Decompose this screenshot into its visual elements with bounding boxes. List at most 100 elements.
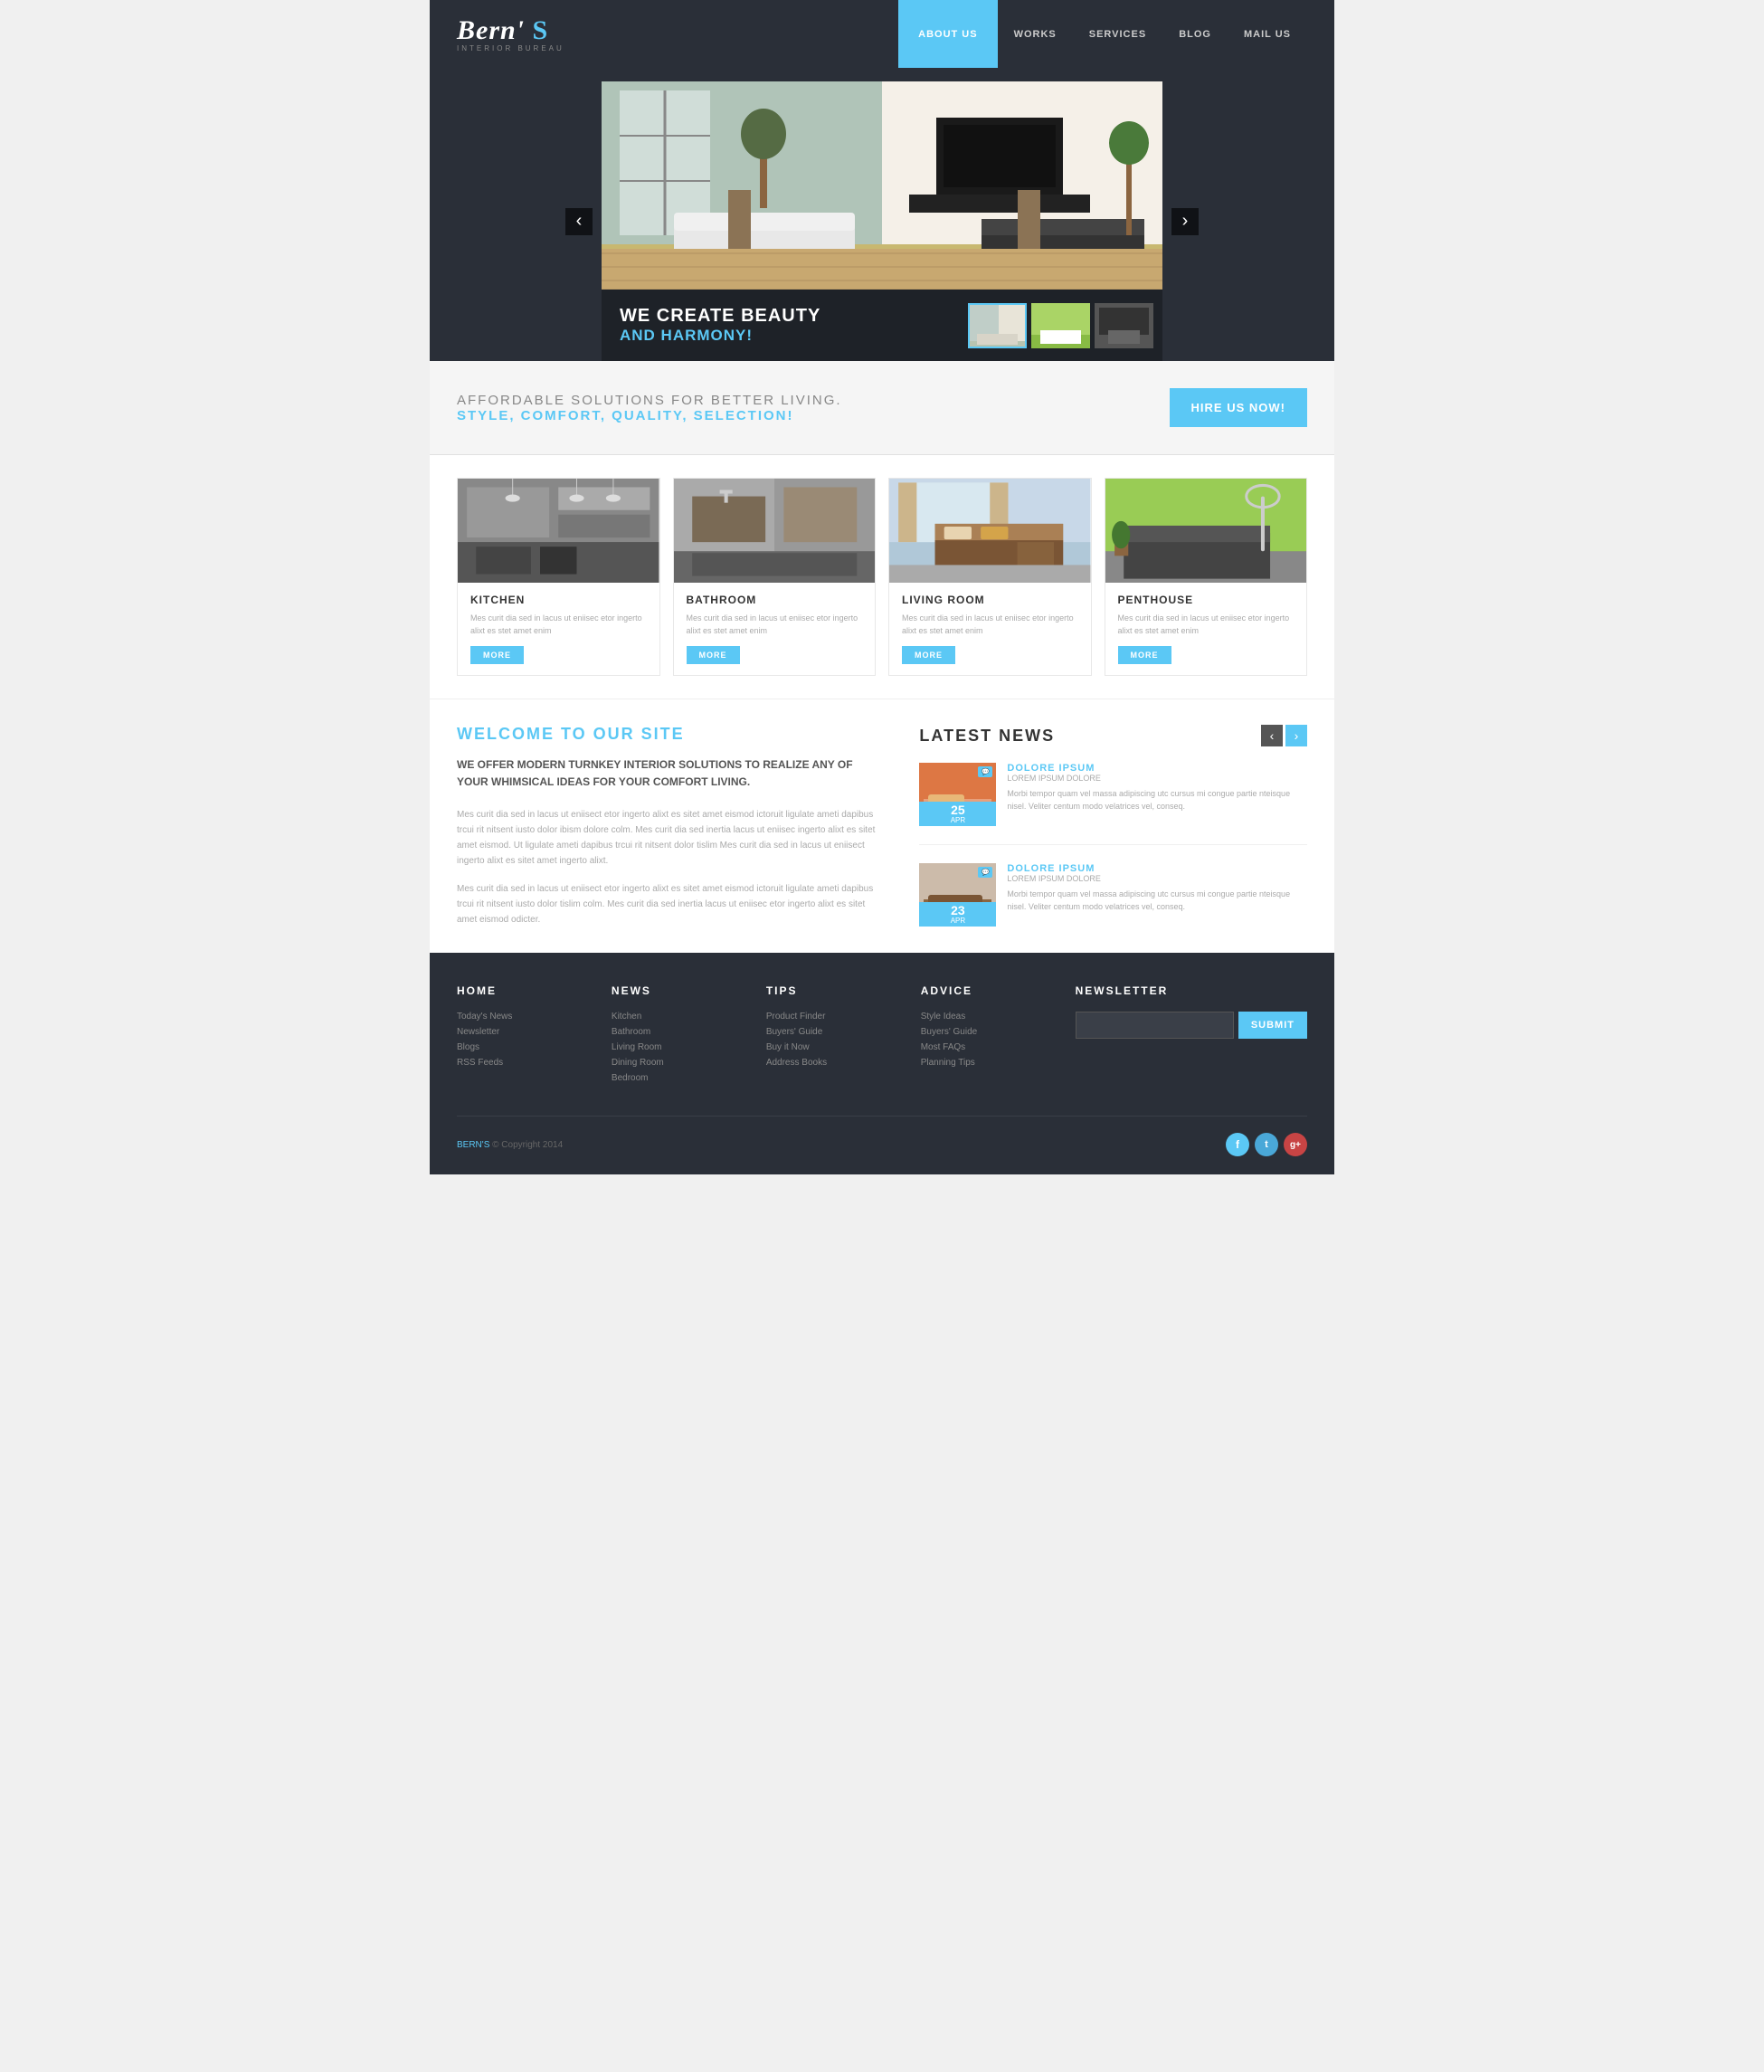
footer-link-news-5[interactable]: Bedroom	[612, 1073, 766, 1083]
logo: Bern' S INTERIOR BUREAU	[457, 15, 564, 52]
news-thumb-1: 25 APR 💬	[919, 763, 996, 826]
footer-col-title-home: HOME	[457, 984, 612, 997]
card-text-kitchen: Mes curit dia sed in lacus ut eniisec et…	[470, 613, 647, 637]
footer-link-advice-3[interactable]: Most FAQs	[921, 1042, 1076, 1052]
card-text-penthouse: Mes curit dia sed in lacus ut eniisec et…	[1118, 613, 1295, 637]
nav-item-mail[interactable]: MAIL US	[1228, 0, 1307, 68]
news-item-title-2: DOLORE IPSUM	[1007, 863, 1307, 874]
footer-col-newsletter: NEWSLETTER SUBMIT	[1076, 984, 1307, 1088]
footer-link-home-2[interactable]: Newsletter	[457, 1027, 612, 1037]
news-prev-btn[interactable]: ‹	[1261, 725, 1283, 746]
footer-bottom-text: BERN'S © Copyright 2014	[457, 1140, 563, 1150]
footer-link-advice-2[interactable]: Buyers' Guide	[921, 1027, 1076, 1037]
footer-link-tips-1[interactable]: Product Finder	[766, 1012, 921, 1022]
card-body-bathroom: BATHROOM Mes curit dia sed in lacus ut e…	[674, 583, 876, 675]
footer-col-news: NEWS Kitchen Bathroom Living Room Dining…	[612, 984, 766, 1088]
tagline-section: AFFORDABLE SOLUTIONS FOR BETTER LIVING. …	[430, 361, 1334, 455]
footer-brand: BERN'S	[457, 1140, 489, 1150]
card-more-living[interactable]: MORE	[902, 646, 955, 664]
news-next-btn[interactable]: ›	[1285, 725, 1307, 746]
news-item-sub-1: LOREM IPSUM DOLORE	[1007, 774, 1307, 783]
social-twitter-icon[interactable]: t	[1255, 1133, 1278, 1156]
thumb-3[interactable]	[1095, 303, 1153, 348]
news-item-sub-2: LOREM IPSUM DOLORE	[1007, 874, 1307, 883]
footer-link-news-4[interactable]: Dining Room	[612, 1058, 766, 1068]
card-image-bathroom	[674, 479, 876, 583]
footer-col-title-news: NEWS	[612, 984, 766, 997]
logo-text: Bern' S	[457, 15, 564, 46]
thumb-2[interactable]	[1031, 303, 1090, 348]
news-date-month-2: APR	[919, 917, 996, 925]
nav-item-services[interactable]: SERVICES	[1073, 0, 1162, 68]
portfolio-card-kitchen: KITCHEN Mes curit dia sed in lacus ut en…	[457, 478, 660, 676]
footer-col-home: HOME Today's News Newsletter Blogs RSS F…	[457, 984, 612, 1088]
footer-copyright: © Copyright 2014	[492, 1140, 563, 1150]
nav-item-about[interactable]: ABOUT US	[898, 0, 997, 68]
slider-thumbnails	[959, 290, 1162, 361]
news-thumb-2: 23 APR 💬	[919, 863, 996, 927]
footer-link-advice-1[interactable]: Style Ideas	[921, 1012, 1076, 1022]
tagline-text: AFFORDABLE SOLUTIONS FOR BETTER LIVING. …	[457, 393, 842, 423]
slider-bottom: WE CREATE BEAUTY AND HARMONY!	[602, 290, 1162, 361]
news-column: LATEST NEWS ‹ › 25 APR 💬	[919, 725, 1307, 927]
welcome-title: WELCOME TO OUR SITE	[457, 725, 883, 744]
card-body-penthouse: PENTHOUSE Mes curit dia sed in lacus ut …	[1105, 583, 1307, 675]
card-title-kitchen: KITCHEN	[470, 594, 647, 606]
card-more-penthouse[interactable]: MORE	[1118, 646, 1171, 664]
news-date-month-1: APR	[919, 816, 996, 824]
footer-link-tips-3[interactable]: Buy it Now	[766, 1042, 921, 1052]
hire-us-button[interactable]: HIRE US NOW!	[1170, 388, 1307, 427]
slider-caption-line1: WE CREATE BEAUTY	[620, 306, 941, 327]
card-title-living: LIVING ROOM	[902, 594, 1078, 606]
news-item-1: 25 APR 💬 DOLORE IPSUM LOREM IPSUM DOLORE…	[919, 763, 1307, 845]
slider-image	[602, 81, 1162, 290]
footer-link-home-4[interactable]: RSS Feeds	[457, 1058, 612, 1068]
news-nav: ‹ ›	[1261, 725, 1307, 746]
logo-subtitle: INTERIOR BUREAU	[457, 44, 564, 52]
footer-link-tips-2[interactable]: Buyers' Guide	[766, 1027, 921, 1037]
card-image-living	[889, 479, 1091, 583]
nav-item-blog[interactable]: BLOG	[1162, 0, 1228, 68]
welcome-intro: WE OFFER MODERN TURNKEY INTERIOR SOLUTIO…	[457, 756, 883, 791]
footer-link-news-1[interactable]: Kitchen	[612, 1012, 766, 1022]
card-more-bathroom[interactable]: MORE	[687, 646, 740, 664]
card-body-living: LIVING ROOM Mes curit dia sed in lacus u…	[889, 583, 1091, 675]
newsletter-email-input[interactable]	[1076, 1012, 1234, 1039]
footer-link-news-2[interactable]: Bathroom	[612, 1027, 766, 1037]
card-image-penthouse	[1105, 479, 1307, 583]
welcome-body1: Mes curit dia sed in lacus ut eniisect e…	[457, 807, 883, 869]
slider-prev-arrow[interactable]: ‹	[565, 208, 593, 235]
card-text-bathroom: Mes curit dia sed in lacus ut eniisec et…	[687, 613, 863, 637]
card-body-kitchen: KITCHEN Mes curit dia sed in lacus ut en…	[458, 583, 659, 675]
newsletter-submit-button[interactable]: SUBMIT	[1238, 1012, 1307, 1039]
news-item-title-1: DOLORE IPSUM	[1007, 763, 1307, 774]
footer: HOME Today's News Newsletter Blogs RSS F…	[430, 953, 1334, 1174]
news-date-day-2: 23	[919, 904, 996, 917]
social-icons: f t g+	[1226, 1133, 1307, 1156]
news-title: LATEST NEWS	[919, 727, 1055, 746]
news-item-2: 23 APR 💬 DOLORE IPSUM LOREM IPSUM DOLORE…	[919, 863, 1307, 927]
card-title-bathroom: BATHROOM	[687, 594, 863, 606]
footer-link-tips-4[interactable]: Address Books	[766, 1058, 921, 1068]
news-date-day-1: 25	[919, 803, 996, 816]
portfolio-card-penthouse: PENTHOUSE Mes curit dia sed in lacus ut …	[1105, 478, 1308, 676]
footer-col-tips: TIPS Product Finder Buyers' Guide Buy it…	[766, 984, 921, 1088]
card-title-penthouse: PENTHOUSE	[1118, 594, 1295, 606]
slider-caption: WE CREATE BEAUTY AND HARMONY!	[602, 290, 959, 361]
social-gplus-icon[interactable]: g+	[1284, 1133, 1307, 1156]
news-item-text-1: Morbi tempor quam vel massa adipiscing u…	[1007, 788, 1307, 813]
footer-bottom: BERN'S © Copyright 2014 f t g+	[457, 1116, 1307, 1156]
footer-link-home-1[interactable]: Today's News	[457, 1012, 612, 1022]
footer-link-home-3[interactable]: Blogs	[457, 1042, 612, 1052]
footer-link-news-3[interactable]: Living Room	[612, 1042, 766, 1052]
card-more-kitchen[interactable]: MORE	[470, 646, 524, 664]
slider-next-arrow[interactable]: ›	[1171, 208, 1199, 235]
social-facebook-icon[interactable]: f	[1226, 1133, 1249, 1156]
thumb-1[interactable]	[968, 303, 1027, 348]
footer-link-advice-4[interactable]: Planning Tips	[921, 1058, 1076, 1068]
news-item-text-2: Morbi tempor quam vel massa adipiscing u…	[1007, 889, 1307, 913]
welcome-column: WELCOME TO OUR SITE WE OFFER MODERN TURN…	[457, 725, 883, 927]
header: Bern' S INTERIOR BUREAU ABOUT US WORKS S…	[430, 0, 1334, 68]
nav-item-works[interactable]: WORKS	[998, 0, 1073, 68]
portfolio-card-living: LIVING ROOM Mes curit dia sed in lacus u…	[888, 478, 1092, 676]
